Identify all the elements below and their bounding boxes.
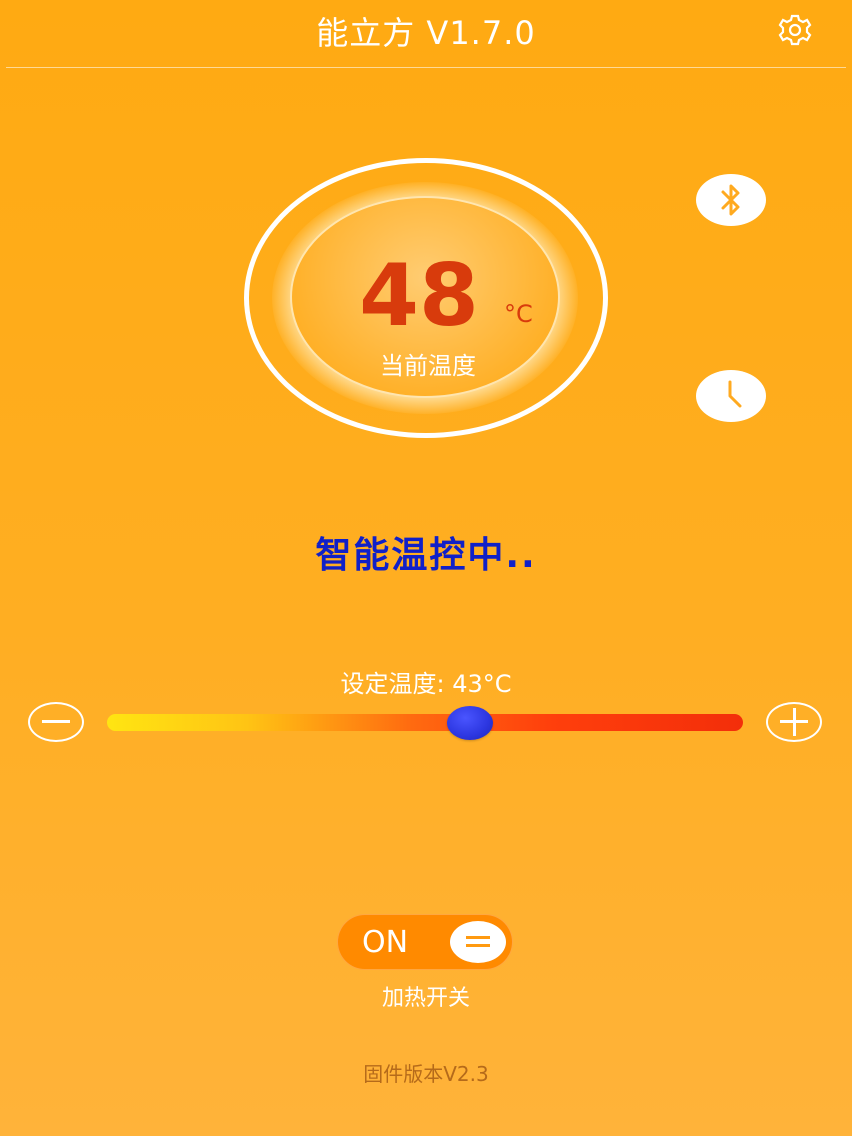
bluetooth-icon [721, 184, 740, 216]
app-title: 能立方 V1.7.0 [316, 14, 536, 52]
header-divider [6, 67, 846, 68]
heating-switch-label: 加热开关 [381, 986, 470, 1011]
temperature-slider-thumb[interactable] [446, 706, 493, 740]
minus-icon [42, 720, 70, 723]
set-temperature-label: 设定温度: 43°C [340, 670, 512, 698]
app-header: 能立方 V1.7.0 [0, 0, 852, 64]
heating-switch-state: ON [362, 925, 409, 960]
bluetooth-button[interactable] [696, 174, 766, 226]
clock-icon [728, 380, 742, 408]
timer-button[interactable] [696, 370, 766, 422]
heating-switch[interactable]: ON [337, 914, 513, 970]
temperature-unit: °C [504, 300, 533, 328]
current-temperature-label: 当前温度 [380, 352, 476, 380]
increase-temperature-button[interactable] [766, 702, 822, 742]
current-temperature-value: 48 [359, 246, 479, 346]
switch-knob [450, 921, 506, 963]
firmware-version: 固件版本V2.3 [363, 1062, 489, 1086]
gear-icon[interactable] [772, 10, 818, 50]
decrease-temperature-button[interactable] [28, 702, 84, 742]
temperature-slider[interactable] [107, 706, 743, 740]
status-text: 智能温控中.. [315, 535, 537, 576]
